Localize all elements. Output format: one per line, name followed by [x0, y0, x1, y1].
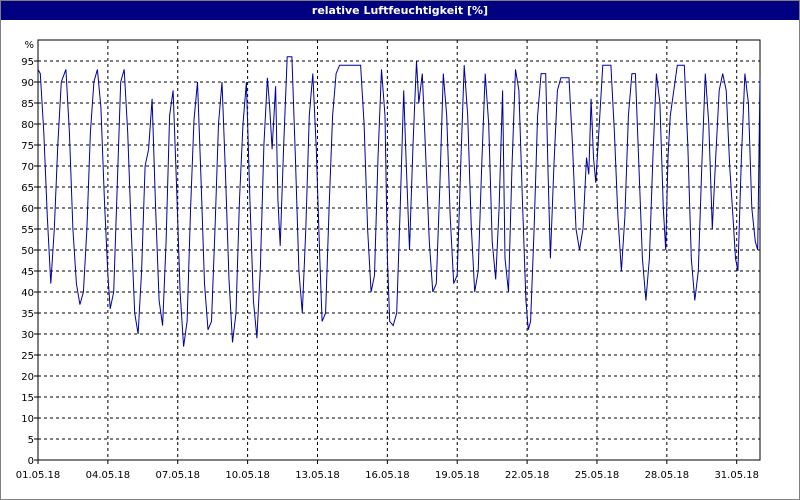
- y-tick-label: 35: [21, 309, 34, 320]
- y-tick-label: 85: [21, 99, 34, 110]
- y-tick-label: 75: [21, 141, 34, 152]
- y-axis-unit-label: %: [24, 40, 34, 51]
- x-tick-label: 16.05.18: [365, 470, 410, 481]
- y-tick-label: 0: [28, 456, 34, 467]
- x-tick-label: 07.05.18: [155, 470, 200, 481]
- y-axis: 0 5 10 15 20 25 30 35 40 45 50 55 60 65 70 75 80 85 90 95: [21, 57, 38, 467]
- y-tick-label: 95: [21, 57, 34, 68]
- y-tick-label: 10: [21, 414, 34, 425]
- y-tick-label: 50: [21, 246, 34, 257]
- x-tick-label: 31.05.18: [714, 470, 759, 481]
- x-tick-label: 28.05.18: [645, 470, 690, 481]
- x-tick-label: 19.05.18: [435, 470, 480, 481]
- y-tick-label: 25: [21, 351, 34, 362]
- y-tick-label: 80: [21, 120, 34, 131]
- x-axis: 01.05.18 04.05.18 07.05.18 10.05.18 13.05.18…: [16, 460, 759, 481]
- humidity-series-line: [37, 56, 761, 347]
- y-tick-label: 20: [21, 372, 34, 383]
- x-tick-label: 10.05.18: [225, 470, 270, 481]
- humidity-chart: 0 5 10 15 20 25 30 35 40 45 50 55 60 65 70 75 80 85 90 95 0…: [16, 39, 761, 481]
- x-tick-label: 13.05.18: [295, 470, 340, 481]
- y-tick-label: 5: [28, 435, 34, 446]
- y-tick-label: 40: [21, 288, 34, 299]
- y-tick-label: 55: [21, 225, 34, 236]
- x-tick-label: 25.05.18: [575, 470, 620, 481]
- y-tick-label: 70: [21, 162, 34, 173]
- x-tick-label: 22.05.18: [505, 470, 550, 481]
- x-tick-label: 01.05.18: [16, 470, 61, 481]
- y-tick-label: 30: [21, 330, 34, 341]
- y-tick-label: 60: [21, 204, 34, 215]
- y-tick-label: 15: [21, 393, 34, 404]
- y-tick-label: 45: [21, 267, 34, 278]
- x-tick-label: 04.05.18: [86, 470, 131, 481]
- y-tick-label: 65: [21, 183, 34, 194]
- y-tick-label: 90: [21, 78, 34, 89]
